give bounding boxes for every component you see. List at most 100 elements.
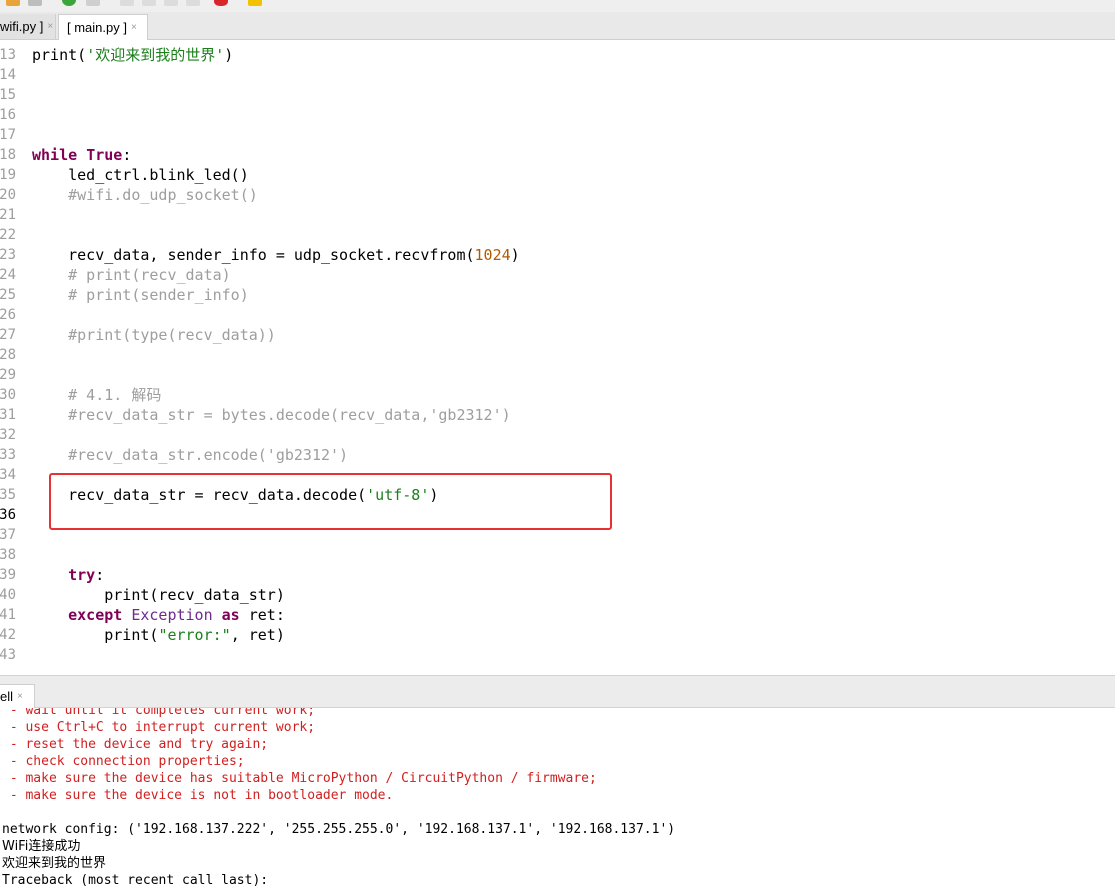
line-number: 32 — [0, 427, 16, 443]
code-line[interactable]: 25 # print(sender_info) — [0, 285, 1115, 305]
annotation-highlight-box — [49, 473, 612, 530]
code-line[interactable]: 39 try: — [0, 565, 1115, 585]
code-token: #wifi.do_udp_socket() — [32, 186, 258, 204]
code-line[interactable]: 21 — [0, 205, 1115, 225]
code-token: print( — [32, 626, 159, 644]
code-token: '欢迎来到我的世界' — [86, 46, 225, 64]
save-file-icon[interactable] — [28, 0, 42, 6]
line-number: 27 — [0, 327, 16, 343]
line-number: 24 — [0, 267, 16, 283]
support-icon[interactable] — [248, 0, 262, 6]
code-line[interactable]: 22 — [0, 225, 1115, 245]
tab-wifi-py[interactable]: wifi.py ] × — [0, 14, 56, 39]
code-token: #print(type(recv_data)) — [32, 326, 276, 344]
code-text: print('欢迎来到我的世界') — [32, 45, 233, 65]
run-icon[interactable] — [62, 0, 76, 6]
code-line[interactable]: 23 recv_data, sender_info = udp_socket.r… — [0, 245, 1115, 265]
code-token: : — [95, 566, 105, 584]
debug-icon[interactable] — [86, 0, 100, 6]
line-number: 22 — [0, 227, 16, 243]
code-line[interactable]: 24 # print(recv_data) — [0, 265, 1115, 285]
code-line[interactable]: 38 — [0, 545, 1115, 565]
shell-tab-bar: ell × — [0, 675, 1115, 708]
code-line[interactable]: 29 — [0, 365, 1115, 385]
line-number: 42 — [0, 627, 16, 643]
code-text: # 4.1. 解码 — [32, 385, 161, 405]
close-icon[interactable]: × — [47, 21, 53, 32]
step-into-icon[interactable] — [142, 0, 156, 6]
code-token: # print(recv_data) — [32, 266, 231, 284]
code-line[interactable]: 20 #wifi.do_udp_socket() — [0, 185, 1115, 205]
code-editor[interactable]: 13 print('欢迎来到我的世界') 14 15 16 17 18 while True:… — [0, 40, 1115, 675]
code-line[interactable]: 17 — [0, 125, 1115, 145]
code-text: #wifi.do_udp_socket() — [32, 185, 258, 205]
code-text: print(recv_data_str) — [32, 585, 285, 605]
shell-line: network config: ('192.168.137.222', '255… — [2, 822, 676, 837]
code-line[interactable]: 18 while True: — [0, 145, 1115, 165]
line-number: 29 — [0, 367, 16, 383]
toolbar — [0, 0, 1115, 12]
code-text: print("error:", ret) — [32, 625, 285, 645]
code-token: print(recv_data_str) — [32, 586, 285, 604]
open-file-icon[interactable] — [6, 0, 20, 6]
tab-shell[interactable]: ell × — [0, 684, 35, 708]
step-over-icon[interactable] — [120, 0, 134, 6]
line-number: 39 — [0, 567, 16, 583]
code-line[interactable]: 33 #recv_data_str.encode('gb2312') — [0, 445, 1115, 465]
code-line[interactable]: 28 — [0, 345, 1115, 365]
tab-main-py[interactable]: [ main.py ] × — [58, 14, 148, 40]
line-number: 16 — [0, 107, 16, 123]
tab-label: ell — [0, 689, 14, 704]
code-line[interactable]: 41 except Exception as ret: — [0, 605, 1115, 625]
code-token: ) — [224, 46, 234, 64]
stop-icon[interactable] — [214, 0, 228, 6]
tab-label: wifi.py ] — [0, 19, 44, 34]
code-line[interactable]: 26 — [0, 305, 1115, 325]
code-text: led_ctrl.blink_led() — [32, 165, 249, 185]
code-token: , ret) — [230, 626, 285, 644]
line-number: 25 — [0, 287, 16, 303]
line-number: 20 — [0, 187, 16, 203]
line-number: 31 — [0, 407, 16, 423]
line-number: 37 — [0, 527, 16, 543]
code-line[interactable]: 30 # 4.1. 解码 — [0, 385, 1115, 405]
code-line[interactable]: 31 #recv_data_str = bytes.decode(recv_da… — [0, 405, 1115, 425]
line-number: 34 — [0, 467, 16, 483]
code-line[interactable]: 27 #print(type(recv_data)) — [0, 325, 1115, 345]
code-token: while — [32, 146, 78, 164]
code-line[interactable]: 13 print('欢迎来到我的世界') — [0, 45, 1115, 65]
line-number: 26 — [0, 307, 16, 323]
code-token: as — [221, 606, 240, 624]
code-line[interactable]: 15 — [0, 85, 1115, 105]
shell-line: - check connection properties; — [2, 754, 245, 769]
close-icon[interactable]: × — [131, 22, 137, 33]
shell-console[interactable]: - wait until it completes current work; … — [0, 708, 1115, 886]
code-token: print( — [32, 46, 87, 64]
code-token: led_ctrl.blink_led() — [32, 166, 249, 184]
code-token: "error:" — [158, 626, 231, 644]
code-text: try: — [32, 565, 104, 585]
step-out-icon[interactable] — [164, 0, 178, 6]
code-line[interactable]: 19 led_ctrl.blink_led() — [0, 165, 1115, 185]
code-line[interactable]: 32 — [0, 425, 1115, 445]
code-line[interactable]: 42 print("error:", ret) — [0, 625, 1115, 645]
line-number: 19 — [0, 167, 16, 183]
shell-line: - wait until it completes current work; — [2, 708, 316, 718]
code-token: #recv_data_str.encode('gb2312') — [32, 446, 349, 464]
code-line[interactable]: 43 — [0, 645, 1115, 665]
code-token: : — [122, 146, 132, 164]
line-number: 35 — [0, 487, 16, 503]
shell-line: 欢迎来到我的世界 — [2, 856, 107, 871]
code-line[interactable]: 40 print(recv_data_str) — [0, 585, 1115, 605]
shell-line: Traceback (most recent call last): — [2, 873, 269, 886]
code-line[interactable]: 16 — [0, 105, 1115, 125]
code-line[interactable]: 14 — [0, 65, 1115, 85]
close-icon[interactable]: × — [17, 691, 23, 702]
code-text: except Exception as ret: — [32, 605, 285, 625]
line-number: 41 — [0, 607, 16, 623]
line-number: 36 — [0, 507, 16, 523]
resume-icon[interactable] — [186, 0, 200, 6]
